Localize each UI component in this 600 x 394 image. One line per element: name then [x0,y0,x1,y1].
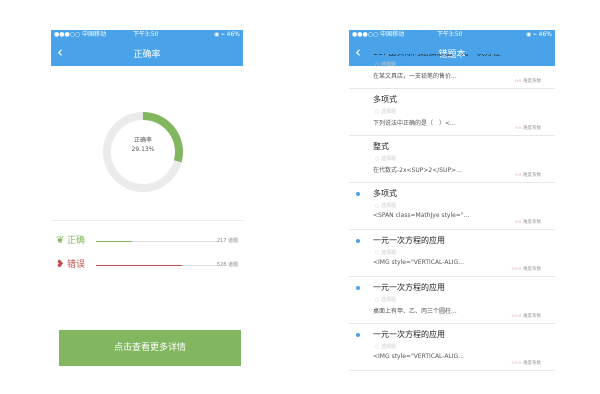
mistake-list-item[interactable]: 一元一次方程的应用 ○ 选择题 <IMG style="VERTICAL-ALIG.… [349,230,555,277]
status-bar: ●●●○○ 中国移动 下午3:50 ◉ ⌁ 46% [349,30,555,40]
star-rating-icon: ☆☆☆ [510,267,522,272]
view-details-button[interactable]: 点击查看更多详情 [59,330,241,366]
wrong-label: 错误 [67,260,86,270]
item-title: 一元一次方程的应用 [373,236,445,245]
wrong-count: 528 道题 [216,262,238,268]
status-bar: ●●●○○ 中国移动 下午3:50 ◉ ⌁ 46% [51,30,243,40]
difficulty-label: 难度系数 [523,361,541,366]
question-type: ○ 选择题 [375,156,396,162]
star-rating-icon: ☆☆☆ [510,314,522,319]
wrong-bar-track [96,265,218,266]
difficulty-rating: ☆☆ 难度系数 [514,219,541,225]
difficulty-rating: ☆☆☆ 难度系数 [511,360,541,366]
question-type: ○ 选择题 [375,62,396,68]
divider [51,220,243,221]
difficulty-label: 难度系数 [523,220,541,225]
question-snippet: <SPAN class=MathJye style="... [373,212,470,219]
item-title: 多项式 [373,95,397,104]
question-type: ○ 选择题 [375,297,396,303]
difficulty-label: 难度系数 [523,173,541,178]
question-type: ○ 选择题 [375,344,396,350]
question-snippet: 桌面上有甲、乙、丙三个圆柱... [373,308,457,315]
question-snippet: 在代数式-2x<SUP>2</SUP>... [373,167,462,174]
difficulty-rating: ☆☆ 难度系数 [514,172,541,178]
accuracy-percentage: 29.13% [131,146,155,153]
difficulty-label: 难度系数 [523,267,541,272]
difficulty-rating: ☆☆☆ 难度系数 [511,266,541,272]
question-type: ○ 选择题 [375,109,396,115]
item-title: 89: 由实际问题抽象出一元一次方程 [373,54,500,58]
question-snippet: <IMG style="VERTICAL-ALIG... [373,259,464,266]
question-type: ○ 选择题 [375,203,396,209]
unread-dot-icon [356,333,360,337]
star-rating-icon: ☆☆ [514,126,522,131]
correct-count: 217 道题 [216,238,238,244]
donut-caption: 正确率 [133,137,152,144]
question-snippet: 在某文具店，一支铅笔的售价... [373,73,457,80]
difficulty-label: 难度系数 [523,126,541,131]
nav-bar: ‹ 正确率 [51,40,243,66]
difficulty-rating: ☆☆☆ 难度系数 [511,313,541,319]
mistake-list-item[interactable]: 89: 由实际问题抽象出一元一次方程 ○ 选择题在某文具店，一支铅笔的售价... ☆… [349,54,555,89]
unread-dot-icon [356,192,360,196]
star-rating-icon: ☆☆ [514,79,522,84]
battery-indicator: ◉ ⌁ 46% [214,31,240,38]
item-title: 一元一次方程的应用 [373,330,445,339]
correct-bar-fill [96,241,132,242]
mistake-list-item[interactable]: 整式 ○ 选择题在代数式-2x<SUP>2</SUP>... ☆☆ 难度系数 [349,136,555,183]
star-rating-icon: ☆☆ [514,173,522,178]
thumbs-up-icon: ❦ [56,235,65,246]
battery-indicator: ◉ ⌁ 46% [526,31,552,38]
correct-bar-track [96,241,218,242]
unread-dot-icon [356,286,360,290]
item-title: 多项式 [373,189,397,198]
star-rating-icon: ☆☆☆ [510,361,522,366]
difficulty-label: 难度系数 [523,79,541,84]
donut-center-label: 正确率 29.13% [101,136,185,154]
mistake-list-item[interactable]: 多项式 ○ 选择题下列说法中正确的是（ ）<... ☆☆ 难度系数 [349,89,555,136]
difficulty-rating: ☆☆ 难度系数 [514,125,541,131]
question-type: ○ 选择题 [375,250,396,256]
mistake-list-item[interactable]: 一元一次方程的应用 ○ 选择题 <IMG style="VERTICAL-ALIG.… [349,324,555,371]
item-title: 整式 [373,142,389,151]
mistake-list-item[interactable]: 多项式 ○ 选择题 <SPAN class=MathJye style="... ☆☆… [349,183,555,230]
question-snippet: 下列说法中正确的是（ ）<... [373,120,456,127]
carrier-label: ●●●○○ 中国移动 [352,31,405,38]
star-rating-icon: ☆☆ [514,220,522,225]
clock: 下午3:50 [133,31,159,38]
wrong-stat-row: ❥ 错误 528 道题 [56,259,238,273]
correct-stat-row: ❦ 正确 217 道题 [56,235,238,249]
wrong-bar-fill [96,265,183,266]
unread-dot-icon [356,239,360,243]
correct-label: 正确 [67,236,86,246]
mistakes-screen: ●●●○○ 中国移动 下午3:50 ◉ ⌁ 46% ‹ 错题本 89: 由实际问… [349,30,555,394]
thumbs-down-icon: ❥ [56,259,65,270]
item-title: 一元一次方程的应用 [373,283,445,292]
mistake-list-item[interactable]: 一元一次方程的应用 ○ 选择题桌面上有甲、乙、丙三个圆柱... ☆☆☆ 难度系数 [349,277,555,324]
question-snippet: <IMG style="VERTICAL-ALIG... [373,353,464,360]
mistake-list[interactable]: 89: 由实际问题抽象出一元一次方程○ 选择题在某文具店，一支铅笔的售价...☆… [349,54,555,394]
difficulty-label: 难度系数 [523,314,541,319]
page-title: 正确率 [133,50,161,60]
accuracy-screen: ●●●○○ 中国移动 下午3:50 ◉ ⌁ 46% ‹ 正确率 正确率 29.1… [51,30,243,394]
carrier-label: ●●●○○ 中国移动 [54,31,107,38]
clock: 下午3:50 [437,31,463,38]
difficulty-rating: ☆☆ 难度系数 [514,78,541,84]
